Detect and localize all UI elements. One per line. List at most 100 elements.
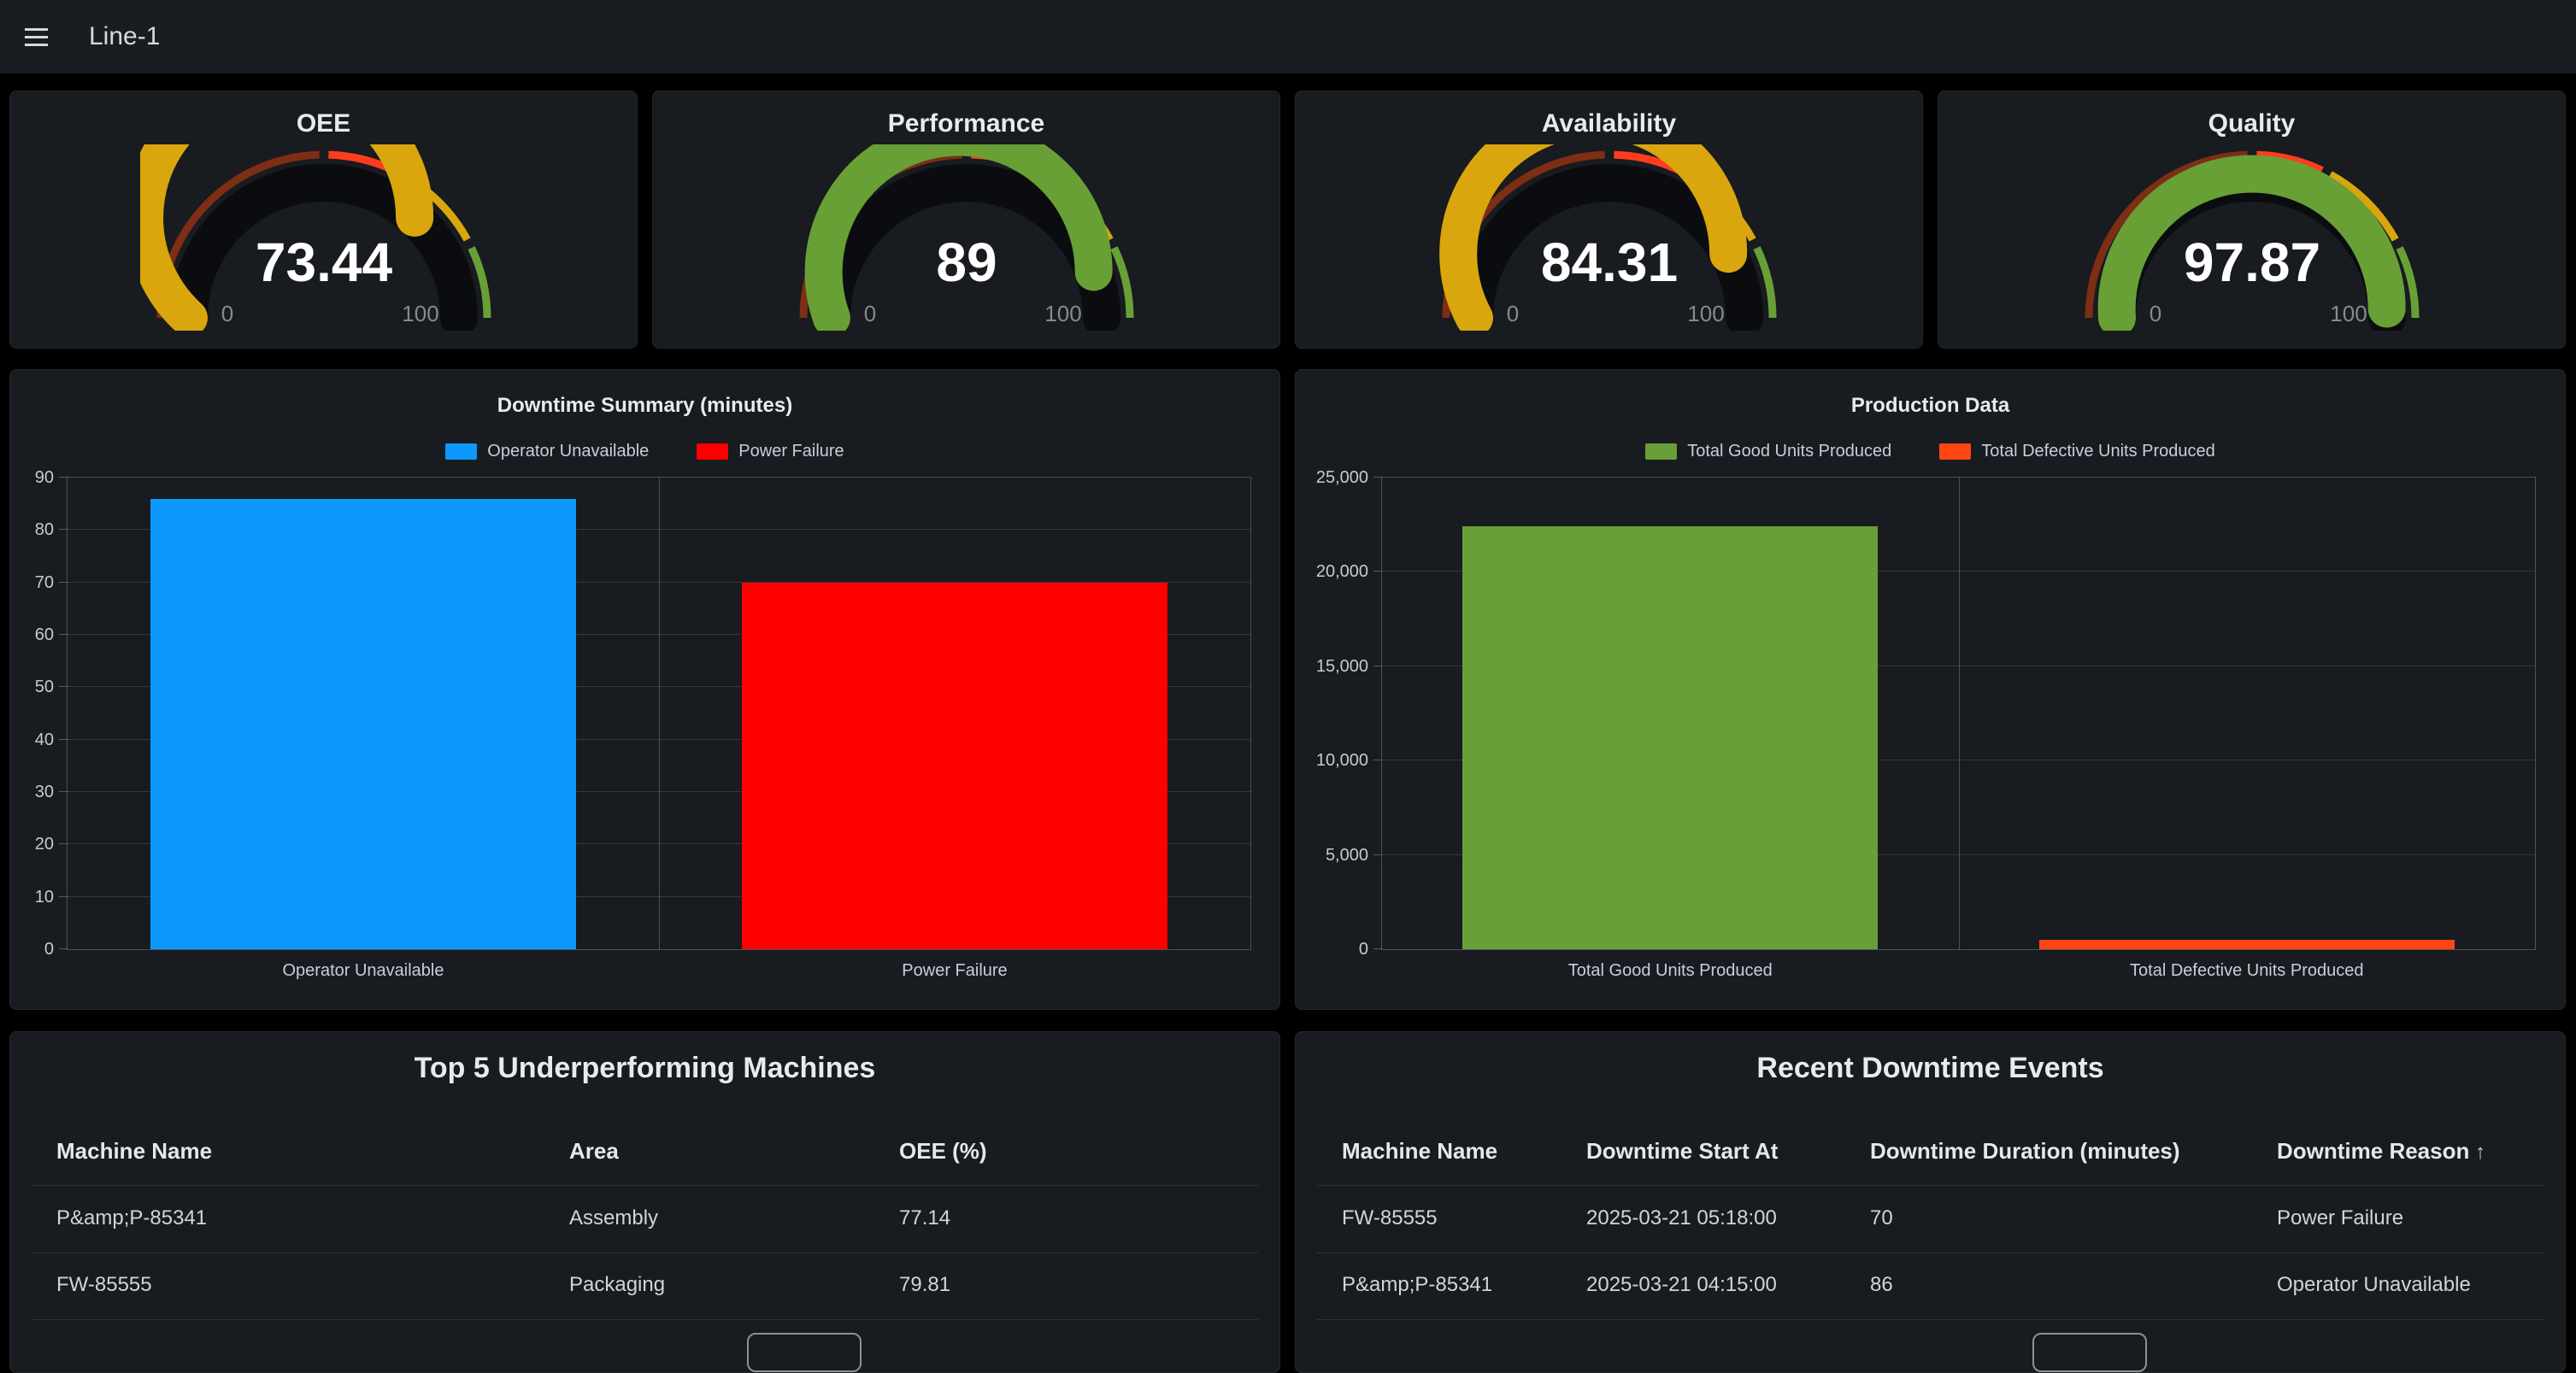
gauge-arc: 84.31 0 100 [1426, 144, 1793, 331]
table-cell: 86 [1870, 1273, 1893, 1297]
top-navigation-bar: Line-1 [0, 0, 2576, 73]
pagination-button[interactable] [2032, 1333, 2147, 1372]
svg-text:0: 0 [1506, 301, 1518, 326]
table-cell: 79.81 [899, 1273, 950, 1297]
table-cell: 70 [1870, 1206, 1893, 1230]
y-axis-tick-label: 90 [0, 466, 54, 489]
column-header-downtime-duration-minutes-[interactable]: Downtime Duration (minutes) [1870, 1138, 2180, 1165]
axis-tick [59, 529, 68, 530]
quality-gauge: 97.87 0 100 [2068, 144, 2436, 331]
legend-label: Operator Unavailable [487, 442, 649, 461]
row-divider [1316, 1319, 2544, 1320]
legend-item[interactable]: Operator Unavailable [445, 442, 649, 461]
bar-total-good-units-produced[interactable] [1462, 526, 1878, 949]
chart-legend: Total Good Units Produced Total Defective… [1296, 438, 2565, 464]
column-header-machine-name[interactable]: Machine Name [1342, 1138, 1497, 1165]
axis-tick [59, 843, 68, 844]
column-header-machine-name[interactable]: Machine Name [56, 1138, 212, 1165]
svg-text:100: 100 [1044, 301, 1081, 326]
panel-production-data-chart: Production Data Total Good Units Produce… [1295, 369, 2566, 1010]
table-body: Machine NameAreaOEE (%)P&amp;P-85341Asse… [10, 1032, 1279, 1372]
oee-gauge: 73.44 0 100 [140, 144, 508, 331]
legend-swatch [697, 443, 728, 460]
svg-text:100: 100 [2330, 301, 2367, 326]
y-axis-tick-label: 80 [0, 519, 54, 541]
chart-title-production-data[interactable]: Production Data [1296, 394, 2565, 418]
category-divider-line [1959, 478, 1960, 949]
performance-gauge: 89 0 100 [783, 144, 1150, 331]
column-header-area[interactable]: Area [569, 1138, 619, 1165]
legend-item[interactable]: Power Failure [697, 442, 844, 461]
sort-ascending-icon: ↑ [2469, 1141, 2485, 1164]
dashboard-title: Line-1 [89, 22, 160, 51]
axis-tick [59, 634, 68, 635]
svg-text:73.44: 73.44 [255, 232, 392, 293]
bar-operator-unavailable[interactable] [150, 499, 576, 949]
availability-gauge: 84.31 0 100 [1426, 144, 1793, 331]
legend-item[interactable]: Total Good Units Produced [1645, 442, 1891, 461]
y-axis-tick-label: 10 [0, 886, 54, 908]
table-body: Machine Name Downtime Start At Downtime Du… [1296, 1032, 2565, 1372]
chart-legend: Operator Unavailable Power Failure [10, 438, 1279, 464]
legend-label: Power Failure [738, 442, 844, 461]
axis-tick [59, 686, 68, 687]
svg-text:97.87: 97.87 [2183, 232, 2320, 293]
x-axis-category-label: Power Failure [659, 961, 1250, 981]
table-cell: Operator Unavailable [2277, 1273, 2471, 1297]
bar-total-defective-units-produced[interactable] [2039, 940, 2455, 949]
row-divider [1316, 1185, 2544, 1186]
gauge-title-availability[interactable]: Availability [1296, 110, 1922, 138]
x-axis-category-label: Operator Unavailable [68, 961, 659, 981]
axis-tick [59, 948, 68, 949]
svg-text:0: 0 [221, 301, 232, 326]
column-header-oee-[interactable]: OEE (%) [899, 1138, 987, 1165]
y-axis-tick-label: 70 [0, 572, 54, 594]
table-cell: FW-85555 [56, 1273, 152, 1297]
legend-swatch [1939, 443, 1971, 460]
panel-availability-gauge: Availability 84.31 0 100 [1295, 91, 1923, 349]
panel-recent-downtime-events: Recent Downtime Events Machine NameDownt… [1295, 1031, 2566, 1373]
legend-item[interactable]: Total Defective Units Produced [1939, 442, 2214, 461]
y-axis-tick-label: 5,000 [1286, 844, 1368, 866]
table-cell: FW-85555 [1342, 1206, 1438, 1230]
panel-quality-gauge: Quality 97.87 0 100 [1938, 91, 2566, 349]
svg-text:89: 89 [936, 232, 997, 293]
y-axis-tick-label: 0 [1286, 938, 1368, 960]
axis-tick [59, 896, 68, 897]
gauge-title-performance[interactable]: Performance [653, 110, 1279, 138]
axis-tick [1373, 854, 1382, 855]
column-header-downtime-start-at[interactable]: Downtime Start At [1586, 1138, 1778, 1165]
menu-icon[interactable] [17, 18, 55, 56]
legend-swatch [1645, 443, 1677, 460]
axis-tick [1373, 948, 1382, 949]
x-axis-category-label: Total Good Units Produced [1382, 961, 1959, 981]
svg-text:100: 100 [1687, 301, 1724, 326]
axis-tick [59, 477, 68, 478]
svg-text:100: 100 [402, 301, 438, 326]
y-axis-tick-label: 50 [0, 676, 54, 698]
panel-oee-gauge: OEE 73.44 0 100 [9, 91, 638, 349]
y-axis-tick-label: 40 [0, 729, 54, 751]
column-header-downtime-reason[interactable]: Downtime Reason ↑ [2277, 1138, 2485, 1165]
gauge-title-quality[interactable]: Quality [1938, 110, 2565, 138]
chart-title-downtime-summary[interactable]: Downtime Summary (minutes) [10, 394, 1279, 418]
gauge-arc: 89 0 100 [783, 144, 1150, 331]
table-cell: P&amp;P-85341 [1342, 1273, 1492, 1297]
production-data-plot-area: 05,00010,00015,00020,00025,000Total Good… [1381, 477, 2536, 950]
y-axis-tick-label: 25,000 [1286, 466, 1368, 489]
svg-text:0: 0 [2149, 301, 2161, 326]
row-divider [31, 1319, 1259, 1320]
gauge-arc: 97.87 0 100 [2068, 144, 2436, 331]
axis-tick [59, 791, 68, 792]
table-cell: P&amp;P-85341 [56, 1206, 207, 1230]
downtime-summary-plot-area: 0102030405060708090Operator UnavailableP… [67, 477, 1251, 950]
pagination-button[interactable] [747, 1333, 862, 1372]
table-cell: Power Failure [2277, 1206, 2403, 1230]
legend-label: Total Defective Units Produced [1981, 442, 2214, 461]
y-axis-tick-label: 10,000 [1286, 749, 1368, 772]
axis-tick [59, 582, 68, 583]
gauge-title-oee[interactable]: OEE [10, 110, 637, 138]
axis-tick [1373, 571, 1382, 572]
table-cell: Packaging [569, 1273, 665, 1297]
bar-power-failure[interactable] [742, 583, 1167, 949]
